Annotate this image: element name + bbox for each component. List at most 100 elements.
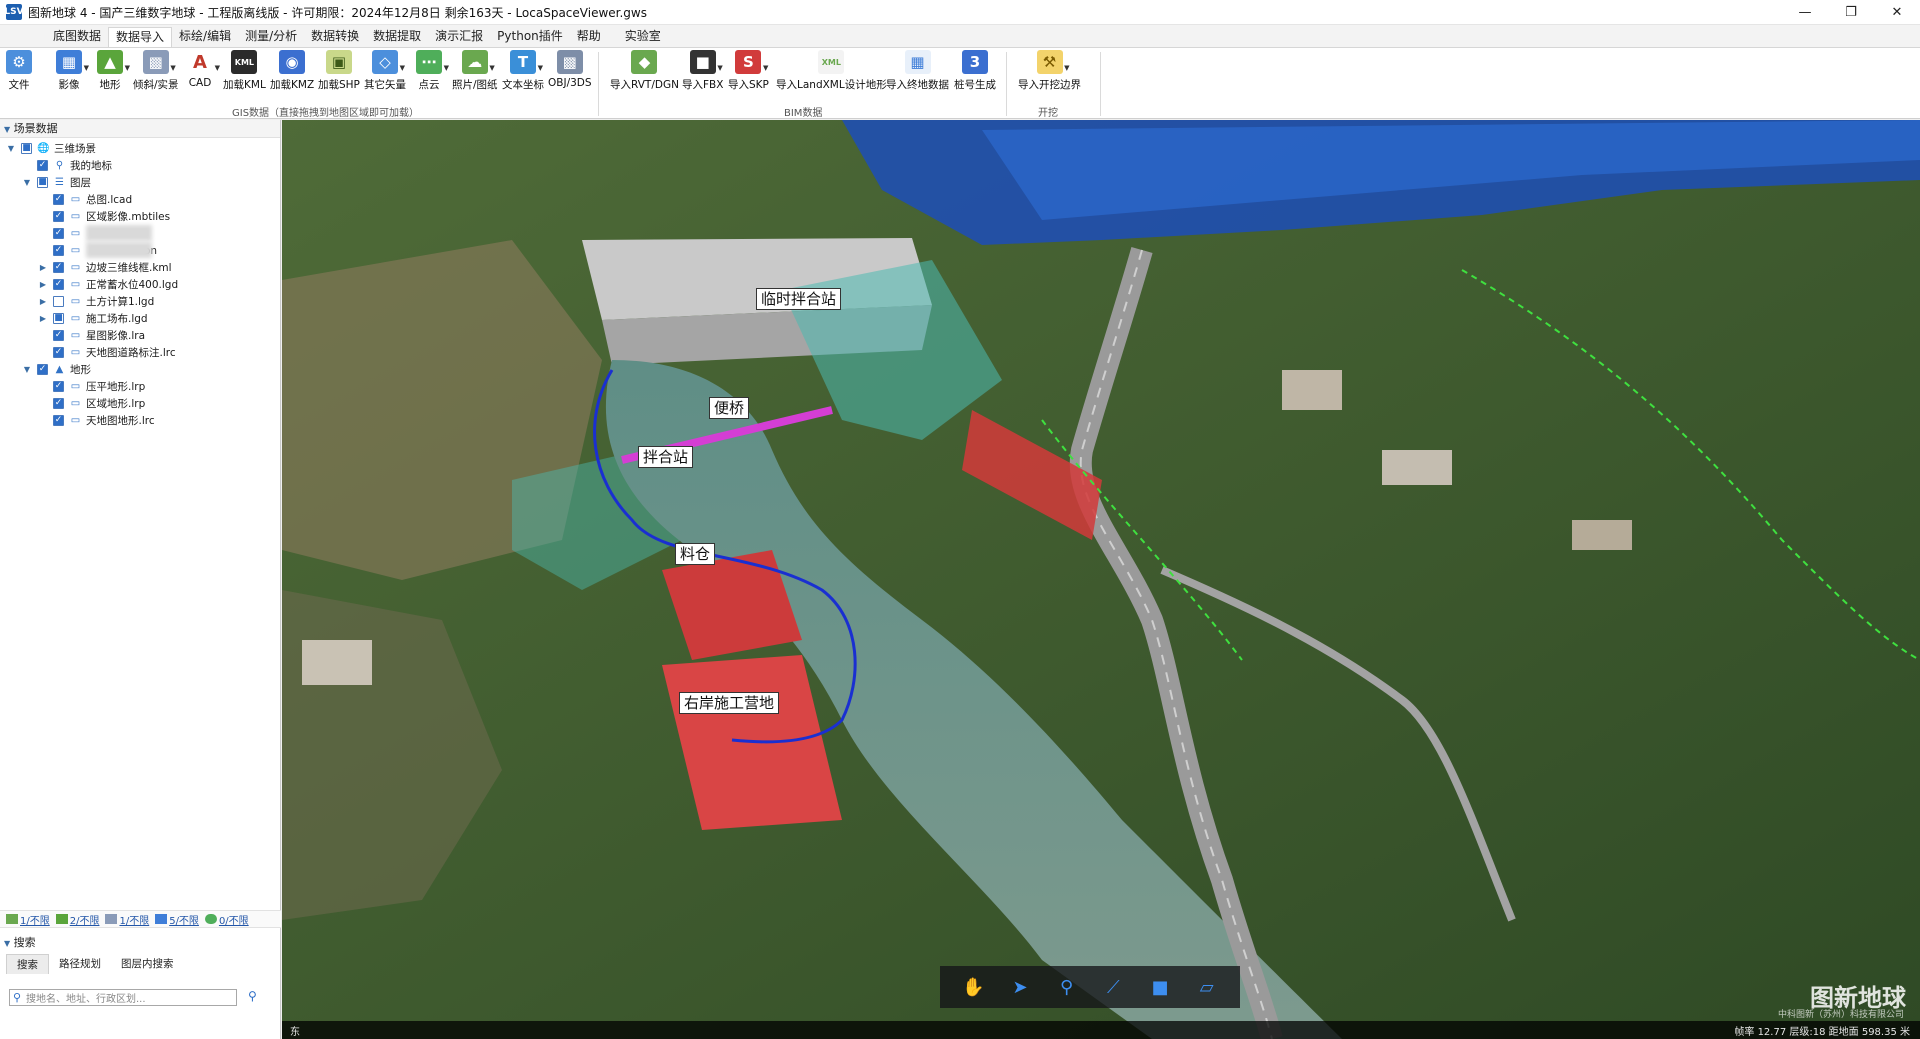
import-terrain-button[interactable]: ▲ ▼ 地形: [97, 50, 130, 94]
search-header[interactable]: ▼ 搜索: [0, 934, 281, 952]
load-kmz-button[interactable]: ◉ 加载KMZ: [270, 50, 314, 94]
tree-item[interactable]: ✓▭on: [0, 242, 280, 259]
import-terrain-data-button[interactable]: ▦ 导入终地数据: [886, 50, 949, 94]
search-input[interactable]: ⚲ 搜地名、地址、行政区划...: [9, 989, 237, 1006]
tree-item[interactable]: ▼ ■ ☰ 图层: [0, 174, 280, 191]
layer-checkbox[interactable]: ■: [37, 177, 48, 188]
tab-data-convert[interactable]: 数据转换: [304, 27, 366, 47]
restore-button[interactable]: ❐: [1828, 0, 1874, 25]
tab-measure-analysis[interactable]: 测量/分析: [238, 27, 304, 47]
import-rvt-dgn-button[interactable]: ◆ 导入RVT/DGN: [610, 50, 679, 94]
layer-checkbox[interactable]: ■: [53, 313, 64, 324]
tab-data-extract[interactable]: 数据提取: [366, 27, 428, 47]
tree-item[interactable]: ✓ ▭ 天地图道路标注.lrc: [0, 344, 280, 361]
layer-checkbox[interactable]: ✓: [53, 330, 64, 341]
hand-pan-icon[interactable]: ✋: [960, 974, 986, 1000]
watermark-company: 中科图新（苏州）科技有限公司: [1777, 1010, 1904, 1020]
import-dig-boundary-button[interactable]: ⚒ ▼ 导入开挖边界: [1018, 50, 1081, 94]
tree-item[interactable]: ✓ ▭ 星图影像.lra: [0, 327, 280, 344]
expand-toggle-icon[interactable]: ▼: [22, 365, 32, 374]
expand-toggle-icon[interactable]: ▼: [22, 178, 32, 187]
photo-drawing-button[interactable]: ☁ ▼ 照片/图纸: [452, 50, 498, 94]
tab-lab[interactable]: 实验室: [618, 27, 668, 47]
layer-checkbox[interactable]: ✓: [53, 228, 64, 239]
tab-presentation[interactable]: 演示汇报: [428, 27, 490, 47]
layer-checkbox[interactable]: ✓: [53, 262, 64, 273]
layer-checkbox[interactable]: ✓: [37, 364, 48, 375]
tree-item[interactable]: ▶ ■ ▭ 施工场布.lgd: [0, 310, 280, 327]
panel-header[interactable]: ▼ 场景数据: [0, 120, 280, 138]
close-button[interactable]: ✕: [1874, 0, 1920, 25]
tree-item[interactable]: ✓ ▭ 压平地形.lrp: [0, 378, 280, 395]
tree-item[interactable]: ▼ ✓ ▲ 地形: [0, 361, 280, 378]
stat-layers[interactable]: 5/不限: [155, 912, 199, 927]
tree-item[interactable]: ▼ ■ 🌐 三维场景: [0, 140, 280, 157]
line-draw-icon[interactable]: ⟋: [1100, 974, 1126, 1000]
import-fbx-button[interactable]: ■ ▼ 导入FBX: [682, 50, 723, 94]
text-coord-button[interactable]: T ▼ 文本坐标: [502, 50, 544, 94]
map-label-bridge[interactable]: 便桥: [709, 397, 750, 419]
tree-item[interactable]: ✓ ▭ 区域影像.mbtiles: [0, 208, 280, 225]
layer-checkbox[interactable]: ✓: [53, 245, 64, 256]
stat-lines[interactable]: 2/不限: [55, 912, 99, 927]
expand-toggle-icon[interactable]: ▶: [38, 297, 48, 306]
expand-toggle-icon[interactable]: ▶: [38, 263, 48, 272]
tree-item[interactable]: ▶ ✓ ▭ 边坡三维线框.kml: [0, 259, 280, 276]
expand-toggle-icon[interactable]: ▼: [6, 144, 16, 153]
layer-checkbox[interactable]: ✓: [37, 160, 48, 171]
map-label-material-bin[interactable]: 料仓: [675, 543, 716, 565]
tab-annotate-edit[interactable]: 标绘/编辑: [172, 27, 238, 47]
map-label-mixing-plant[interactable]: 拌合站: [638, 446, 694, 468]
placemark-icon[interactable]: ⚲: [1054, 974, 1080, 1000]
tree-item[interactable]: ✓ ▭ 总图.lcad: [0, 191, 280, 208]
layer-checkbox[interactable]: ✓: [53, 398, 64, 409]
layers-icon: ☰: [55, 177, 64, 188]
layer-checkbox[interactable]: ✓: [53, 347, 64, 358]
expand-toggle-icon[interactable]: ▶: [38, 280, 48, 289]
stat-points[interactable]: 1/不限: [6, 912, 50, 927]
obj-3ds-button[interactable]: ▩ OBJ/3DS: [548, 50, 592, 94]
layer-checkbox[interactable]: ✓: [53, 211, 64, 222]
import-skp-button[interactable]: S ▼ 导入SKP: [728, 50, 769, 94]
tree-item[interactable]: ▶ ✓ ▭ 正常蓄水位400.lgd: [0, 276, 280, 293]
tree-item[interactable]: ▶ ✓ ▭ 土方计算1.lgd: [0, 293, 280, 310]
tree-item[interactable]: ✓ ⚲ 我的地标: [0, 157, 280, 174]
layer-checkbox[interactable]: ✓: [53, 279, 64, 290]
select-arrow-icon[interactable]: ➤: [1007, 974, 1033, 1000]
minimize-button[interactable]: —: [1782, 0, 1828, 25]
expand-toggle-icon[interactable]: ▶: [38, 314, 48, 323]
import-imagery-button[interactable]: ▦ ▼ 影像: [56, 50, 89, 94]
layer-checkbox[interactable]: ■: [21, 143, 32, 154]
search-icon[interactable]: ⚲: [248, 989, 257, 1003]
tab-data-import[interactable]: 数据导入: [108, 27, 173, 47]
tab-python-plugin[interactable]: Python插件: [490, 27, 570, 47]
stat-pointcloud[interactable]: 0/不限: [204, 912, 249, 927]
tab-help[interactable]: 帮助: [570, 27, 608, 47]
layer-checkbox[interactable]: ✓: [53, 194, 64, 205]
tree-item[interactable]: ✓ ▭ 天地图地形.lrc: [0, 412, 280, 429]
volume-analysis-icon[interactable]: ▱: [1194, 974, 1220, 1000]
file-button[interactable]: ⚙ 文件: [6, 50, 32, 94]
tree-item[interactable]: ✓ ▭: [0, 225, 280, 242]
polygon-draw-icon[interactable]: ■: [1147, 974, 1173, 1000]
map-label-temp-mixing-plant[interactable]: 临时拌合站: [756, 288, 842, 310]
layer-checkbox[interactable]: ✓: [53, 415, 64, 426]
stake-generate-button[interactable]: 3 桩号生成: [954, 50, 996, 94]
tab-search[interactable]: 搜索: [6, 954, 49, 974]
map-label-right-bank-camp[interactable]: 右岸施工营地: [679, 692, 780, 714]
other-vector-button[interactable]: ◇ ▼ 其它矢量: [364, 50, 406, 94]
stat-models[interactable]: 1/不限: [105, 912, 149, 927]
import-oblique-button[interactable]: ▩ ▼ 倾斜/实景: [133, 50, 179, 94]
layer-checkbox[interactable]: ✓: [53, 381, 64, 392]
tab-basemap[interactable]: 底图数据: [46, 27, 108, 47]
tree-item[interactable]: ✓ ▭ 区域地形.lrp: [0, 395, 280, 412]
tab-layer-search[interactable]: 图层内搜索: [111, 954, 184, 974]
import-landxml-button[interactable]: XML 导入LandXML设计地形: [776, 50, 887, 94]
layer-checkbox[interactable]: ✓: [53, 296, 64, 307]
point-cloud-button[interactable]: ⋯ ▼ 点云: [416, 50, 449, 94]
load-shp-button[interactable]: ▣ 加载SHP: [318, 50, 360, 94]
import-cad-button[interactable]: A ▼ CAD: [187, 50, 220, 94]
load-kml-button[interactable]: KML 加载KML: [223, 50, 266, 94]
tab-route-planning[interactable]: 路径规划: [49, 954, 111, 974]
map-viewport[interactable]: 临时拌合站 便桥 拌合站 料仓 右岸施工营地 ✋ ➤ ⚲ ⟋ ■ ▱ 图新地球 …: [282, 120, 1920, 1039]
